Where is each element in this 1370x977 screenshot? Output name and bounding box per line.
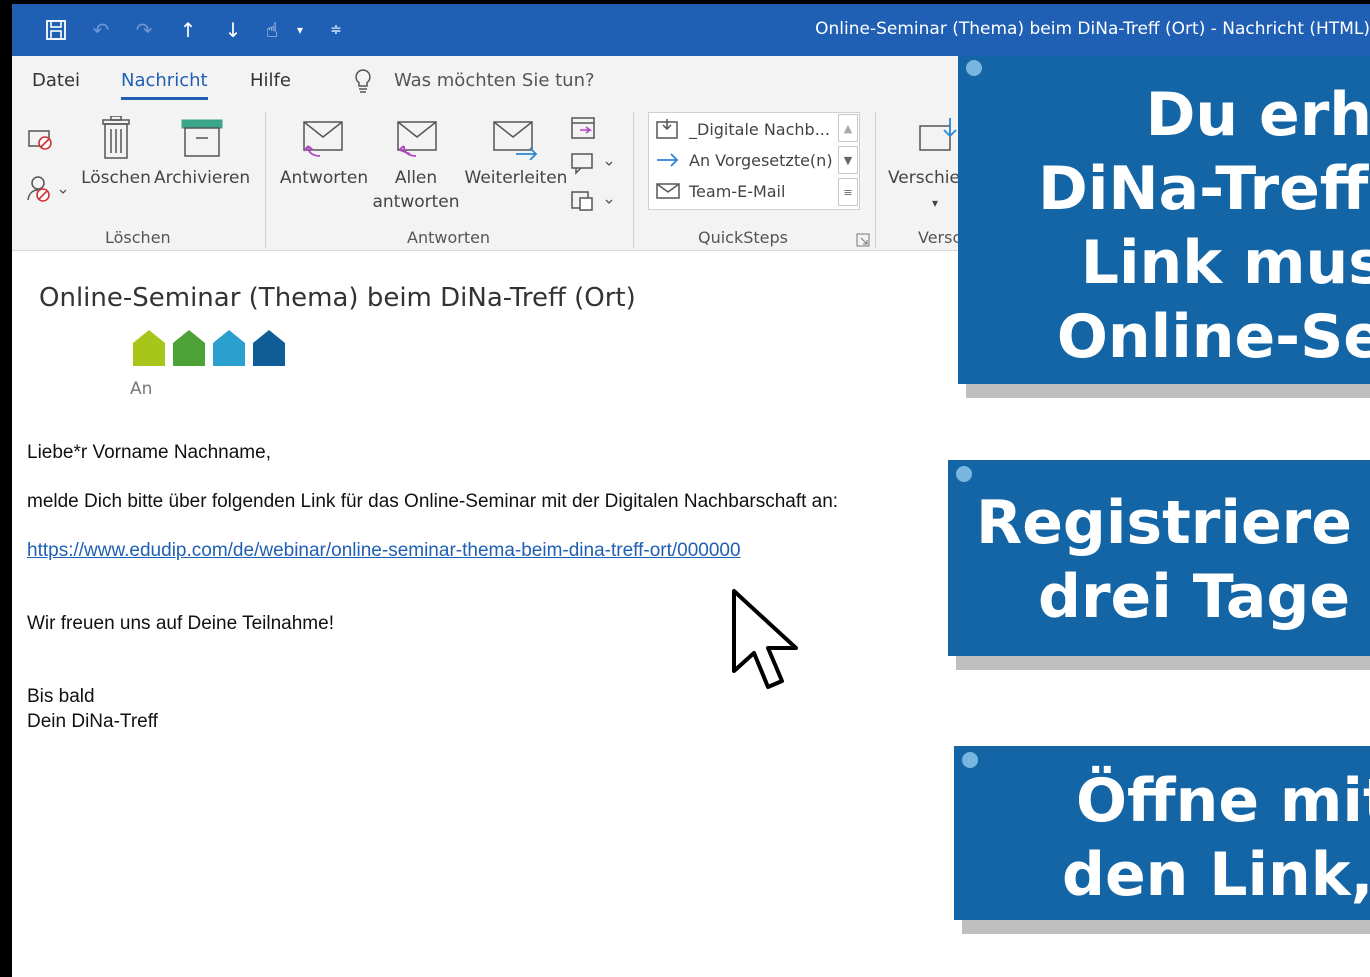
forward-button-label: Weiterleiten	[464, 168, 568, 188]
to-label: An	[130, 379, 153, 399]
logo-house-icon	[133, 330, 165, 366]
move-button-label: Verschie	[888, 168, 960, 188]
more-respond-icon[interactable]	[570, 188, 618, 218]
group-label-loeschen: Löschen	[105, 228, 171, 247]
cleanup-icon[interactable]	[26, 174, 70, 208]
meeting-reply-icon[interactable]	[570, 114, 600, 144]
previous-item-icon[interactable]: ↑	[174, 16, 202, 44]
quickstep-digitale[interactable]: _Digitale Nachb...	[655, 115, 830, 143]
closing-line: Wir freuen uns auf Deine Teilnahme!	[27, 613, 334, 634]
tab-datei[interactable]: Datei	[32, 70, 80, 91]
group-separator	[633, 112, 634, 248]
reply-button[interactable]: Antworten	[278, 118, 370, 190]
arrow-right-icon	[657, 153, 679, 167]
move-button[interactable]: Verschie ▾	[888, 116, 968, 215]
box-shadow	[962, 920, 1370, 934]
forward-button[interactable]: Weiterleiten	[464, 118, 568, 190]
reply-all-label-1: Allen	[394, 168, 438, 188]
overlay-1-line-4: Online-Se	[1056, 302, 1370, 372]
next-item-icon[interactable]: ↓	[219, 16, 247, 44]
touch-mode-icon[interactable]: ☝	[258, 16, 286, 44]
overlay-2-line-2: drei Tage vo	[1038, 562, 1370, 632]
logo-house-icon	[213, 330, 245, 366]
im-reply-icon[interactable]	[570, 150, 618, 180]
envelope-icon	[656, 183, 680, 199]
delete-button[interactable]: Löschen	[80, 116, 152, 190]
move-to-folder-icon	[656, 119, 678, 139]
ignore-icon[interactable]	[26, 126, 56, 156]
overlay-box-2: Registriere Di drei Tage vo	[948, 460, 1370, 656]
overlay-2-line-1: Registriere Di	[976, 488, 1370, 558]
box-shadow	[966, 384, 1370, 398]
overlay-3-line-1: Öffne mit	[1076, 766, 1370, 836]
overlay-box-1: Du erh DiNa-Treff e Link mus Online-Se	[958, 56, 1370, 384]
quicksteps-expand[interactable]: ≡	[838, 178, 858, 206]
quickstep-vorgesetzte[interactable]: An Vorgesetzte(n)	[655, 146, 833, 174]
save-icon[interactable]	[42, 16, 70, 44]
logo-house-icon	[173, 330, 205, 366]
group-label-verschieben: Versc	[918, 228, 962, 247]
move-icon	[919, 118, 957, 151]
overlay-3-line-2: den Link, u	[1062, 840, 1370, 910]
message-subject: Online-Seminar (Thema) beim DiNa-Treff (…	[39, 283, 636, 313]
lightbulb-icon	[352, 68, 374, 99]
overlay-1-line-3: Link mus	[1080, 228, 1370, 298]
dialog-launcher-icon[interactable]	[856, 232, 870, 251]
tab-hilfe[interactable]: Hilfe	[250, 70, 291, 91]
body-line-1: melde Dich bitte über folgenden Link für…	[27, 491, 839, 512]
archive-button[interactable]: Archivieren	[154, 116, 250, 190]
chevron-down-icon: ▾	[932, 196, 939, 210]
group-label-antworten: Antworten	[407, 228, 491, 247]
tell-me-search[interactable]: Was möchten Sie tun?	[394, 70, 595, 91]
bullet-dot	[966, 60, 982, 76]
delete-button-label: Löschen	[81, 168, 151, 188]
overlay-1-line-2: DiNa-Treff e	[1038, 154, 1370, 224]
quickstep-team-email[interactable]: Team-E-Mail	[655, 177, 785, 205]
greeting: Liebe*r Vorname Nachname,	[27, 442, 271, 463]
group-separator	[875, 112, 876, 248]
overlay-1-line-1: Du erh	[1145, 80, 1370, 150]
archive-button-label: Archivieren	[154, 168, 251, 188]
reply-all-button[interactable]: Allen antworten	[368, 118, 464, 214]
reply-all-icon	[397, 121, 437, 157]
signature-line-1: Bis bald	[27, 686, 95, 707]
bullet-dot	[962, 752, 978, 768]
reply-button-label: Antworten	[279, 168, 369, 188]
group-label-quicksteps: QuickSteps	[698, 228, 789, 247]
quicksteps-scroll-down[interactable]: ▼	[838, 146, 858, 174]
mouse-cursor-icon	[732, 589, 798, 689]
customize-toolbar-icon[interactable]: ≑	[322, 16, 350, 44]
quicksteps-gallery: _Digitale Nachb... An Vorgesetzte(n) Tea…	[648, 112, 860, 210]
box-shadow	[956, 656, 1370, 670]
undo-icon[interactable]: ↶	[87, 16, 115, 44]
registration-link[interactable]: https://www.edudip.com/de/webinar/online…	[27, 540, 741, 562]
reply-all-label-2: antworten	[372, 192, 460, 212]
group-separator	[265, 112, 266, 248]
redo-icon[interactable]: ↷	[130, 16, 158, 44]
window-title: Online-Seminar (Thema) beim DiNa-Treff (…	[815, 19, 1370, 39]
title-bar: ↶ ↷ ↑ ↓ ☝ ▾ ≑ Online-Seminar (Thema) bei…	[12, 4, 1370, 56]
forward-icon	[493, 121, 538, 160]
quicksteps-scroll-up[interactable]: ▲	[838, 114, 858, 142]
trash-icon	[102, 116, 130, 159]
signature-line-2: Dein DiNa-Treff	[27, 711, 158, 732]
chevron-down-icon[interactable]: ▾	[286, 16, 314, 44]
logo-house-icon	[253, 330, 285, 366]
reply-icon	[303, 121, 343, 157]
bullet-dot	[956, 466, 972, 482]
tab-nachricht[interactable]: Nachricht	[121, 70, 208, 100]
archive-icon	[181, 119, 223, 157]
overlay-box-3: Öffne mit den Link, u	[954, 746, 1370, 920]
